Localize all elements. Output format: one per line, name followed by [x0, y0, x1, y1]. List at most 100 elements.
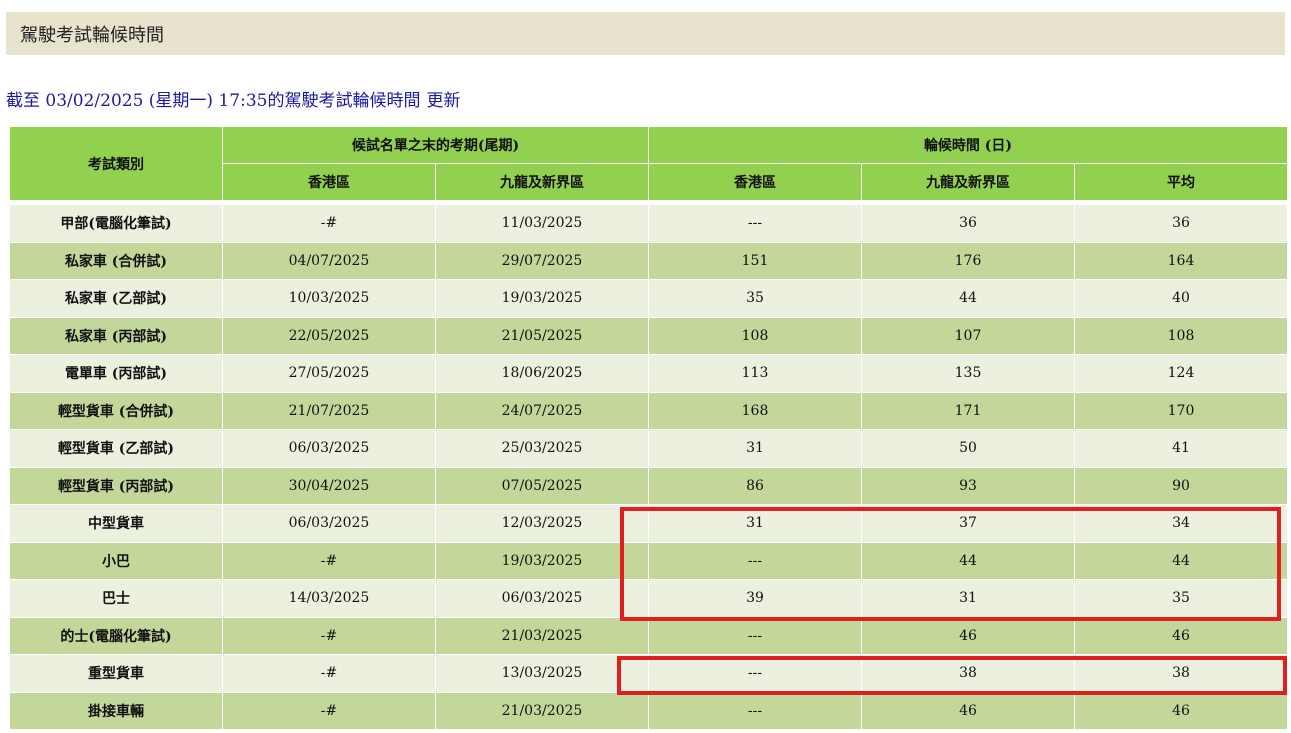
cell-hk-last-date: -#: [222, 204, 436, 243]
cell-hk-wait-days: ---: [648, 541, 862, 580]
header-category: 考試類別: [9, 126, 223, 201]
cell-kln-wait-days: 93: [861, 466, 1075, 505]
cell-hk-wait-days: 31: [648, 504, 862, 543]
cell-kln-last-date: 19/03/2025: [435, 279, 649, 318]
cell-hk-wait-days: 31: [648, 429, 862, 468]
cell-average-wait-days: 124: [1073, 354, 1289, 393]
header-waiting-time: 輪候時間 (日): [647, 126, 1289, 164]
cell-kln-last-date: 11/03/2025: [435, 204, 649, 243]
cell-kln-last-date: 19/03/2025: [435, 541, 649, 580]
table-row: 電單車 (丙部試) 27/05/2025 18/06/2025 113 135 124: [9, 354, 1289, 393]
cell-average-wait-days: 108: [1073, 316, 1289, 355]
header-hk-wait: 香港區: [648, 163, 862, 201]
cell-kln-wait-days: 176: [861, 241, 1075, 280]
cell-kln-last-date: 12/03/2025: [435, 504, 649, 543]
cell-average-wait-days: 40: [1073, 279, 1289, 318]
cell-average-wait-days: 38: [1073, 654, 1289, 693]
cell-category: 輕型貨車 (合併試): [9, 391, 223, 430]
cell-kln-last-date: 21/05/2025: [435, 316, 649, 355]
cell-average-wait-days: 44: [1073, 541, 1289, 580]
cell-hk-last-date: 30/04/2025: [222, 466, 436, 505]
cell-average-wait-days: 90: [1073, 466, 1289, 505]
cell-hk-wait-days: 86: [648, 466, 862, 505]
cell-hk-wait-days: 108: [648, 316, 862, 355]
cell-kln-last-date: 21/03/2025: [435, 691, 649, 730]
cell-kln-wait-days: 171: [861, 391, 1075, 430]
cell-average-wait-days: 46: [1073, 616, 1289, 655]
cell-average-wait-days: 36: [1073, 204, 1289, 243]
cell-hk-wait-days: 113: [648, 354, 862, 393]
waiting-time-table: 考試類別 候試名單之末的考期(尾期) 輪候時間 (日) 香港區 九龍及新界區 香…: [9, 126, 1289, 730]
cell-kln-wait-days: 31: [861, 579, 1075, 618]
cell-hk-last-date: 06/03/2025: [222, 504, 436, 543]
cell-hk-last-date: -#: [222, 654, 436, 693]
cell-category: 電單車 (丙部試): [9, 354, 223, 393]
cell-average-wait-days: 41: [1073, 429, 1289, 468]
cell-kln-last-date: 25/03/2025: [435, 429, 649, 468]
cell-kln-last-date: 07/05/2025: [435, 466, 649, 505]
cell-kln-wait-days: 37: [861, 504, 1075, 543]
table-row: 甲部(電腦化筆試) -# 11/03/2025 --- 36 36: [9, 204, 1289, 243]
cell-average-wait-days: 46: [1073, 691, 1289, 730]
cell-kln-wait-days: 36: [861, 204, 1075, 243]
cell-kln-wait-days: 44: [861, 279, 1075, 318]
cell-category: 重型貨車: [9, 654, 223, 693]
cell-category: 輕型貨車 (丙部試): [9, 466, 223, 505]
refresh-link[interactable]: 更新: [426, 91, 460, 111]
page-title: 駕駛考試輪候時間: [20, 24, 164, 46]
table-row: 輕型貨車 (乙部試) 06/03/2025 25/03/2025 31 50 41: [9, 429, 1289, 468]
cell-category: 輕型貨車 (乙部試): [9, 429, 223, 468]
cell-average-wait-days: 34: [1073, 504, 1289, 543]
cell-hk-wait-days: 151: [648, 241, 862, 280]
cell-category: 的士(電腦化筆試): [9, 616, 223, 655]
header-hk-date: 香港區: [222, 163, 436, 201]
cell-category: 掛接車輛: [9, 691, 223, 730]
cell-kln-last-date: 21/03/2025: [435, 616, 649, 655]
cell-kln-wait-days: 50: [861, 429, 1075, 468]
cell-hk-last-date: 10/03/2025: [222, 279, 436, 318]
cell-average-wait-days: 164: [1073, 241, 1289, 280]
cell-category: 私家車 (丙部試): [9, 316, 223, 355]
cell-hk-wait-days: 168: [648, 391, 862, 430]
header-kln-wait: 九龍及新界區: [861, 163, 1075, 201]
table-row: 中型貨車 06/03/2025 12/03/2025 31 37 34: [9, 504, 1289, 543]
cell-hk-wait-days: ---: [648, 616, 862, 655]
table-row: 巴士 14/03/2025 06/03/2025 39 31 35: [9, 579, 1289, 618]
cell-hk-last-date: 27/05/2025: [222, 354, 436, 393]
cell-hk-wait-days: ---: [648, 691, 862, 730]
cell-hk-last-date: -#: [222, 616, 436, 655]
cell-category: 中型貨車: [9, 504, 223, 543]
cell-kln-last-date: 06/03/2025: [435, 579, 649, 618]
cell-hk-wait-days: ---: [648, 204, 862, 243]
table-row: 輕型貨車 (丙部試) 30/04/2025 07/05/2025 86 93 90: [9, 466, 1289, 505]
cell-hk-last-date: -#: [222, 541, 436, 580]
cell-kln-last-date: 29/07/2025: [435, 241, 649, 280]
header-average: 平均: [1073, 163, 1289, 201]
cell-category: 私家車 (乙部試): [9, 279, 223, 318]
cell-kln-last-date: 18/06/2025: [435, 354, 649, 393]
cell-kln-wait-days: 44: [861, 541, 1075, 580]
cell-kln-last-date: 13/03/2025: [435, 654, 649, 693]
cell-hk-last-date: -#: [222, 691, 436, 730]
table-row: 私家車 (乙部試) 10/03/2025 19/03/2025 35 44 40: [9, 279, 1289, 318]
table-row: 掛接車輛 -# 21/03/2025 --- 46 46: [9, 691, 1289, 730]
cell-category: 私家車 (合併試): [9, 241, 223, 280]
cell-hk-wait-days: 35: [648, 279, 862, 318]
cell-kln-wait-days: 46: [861, 691, 1075, 730]
cell-category: 小巴: [9, 541, 223, 580]
cell-kln-last-date: 24/07/2025: [435, 391, 649, 430]
cell-kln-wait-days: 38: [861, 654, 1075, 693]
table-row: 重型貨車 -# 13/03/2025 --- 38 38: [9, 654, 1289, 693]
cell-kln-wait-days: 135: [861, 354, 1075, 393]
table-row: 小巴 -# 19/03/2025 --- 44 44: [9, 541, 1289, 580]
page-title-bar: 駕駛考試輪候時間: [6, 12, 1285, 55]
update-timestamp-text: 截至 03/02/2025 (星期一) 17:35的駕駛考試輪候時間: [6, 91, 421, 111]
cell-average-wait-days: 170: [1073, 391, 1289, 430]
cell-category: 巴士: [9, 579, 223, 618]
table-row: 私家車 (丙部試) 22/05/2025 21/05/2025 108 107 108: [9, 316, 1289, 355]
table-row: 私家車 (合併試) 04/07/2025 29/07/2025 151 176 164: [9, 241, 1289, 280]
table-row: 的士(電腦化筆試) -# 21/03/2025 --- 46 46: [9, 616, 1289, 655]
cell-kln-wait-days: 107: [861, 316, 1075, 355]
cell-hk-wait-days: ---: [648, 654, 862, 693]
cell-hk-last-date: 14/03/2025: [222, 579, 436, 618]
